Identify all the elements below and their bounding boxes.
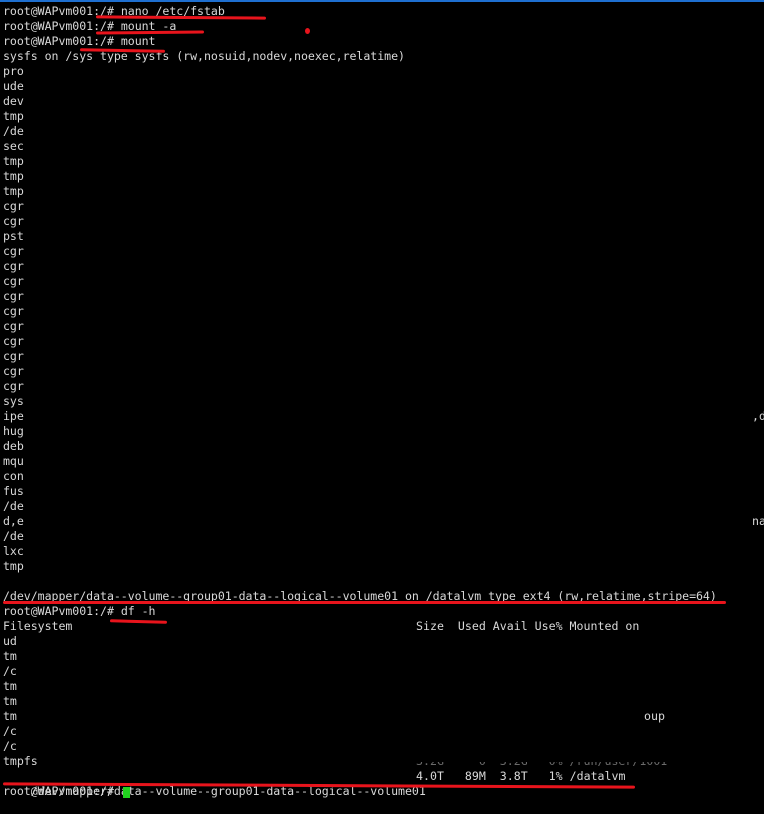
mount-output-row: cgr [3, 199, 24, 213]
df-use-pct: 1% [548, 769, 563, 783]
annotation-underline [109, 619, 168, 624]
mount-output-row: tmp [3, 169, 24, 183]
mount-output-row: cgr [3, 319, 24, 333]
mount-output-row: hug [3, 424, 24, 438]
mount-output-fragment: na [752, 514, 764, 528]
mount-output-row: cgr [3, 259, 24, 273]
df-header-columns: Size Used Avail Use% Mounted on [416, 619, 640, 633]
df-row: /c [3, 739, 17, 753]
annotation-underline [95, 30, 205, 35]
mount-output-row: d,e [3, 514, 24, 528]
mount-output-row: ipe [3, 409, 24, 423]
mount-output-row: /de [3, 529, 24, 543]
mount-output-row: dev [3, 94, 24, 108]
mount-output-row: cgr [3, 289, 24, 303]
mount-output-row: cgr [3, 349, 24, 363]
mount-output-fragment: ,d [752, 409, 764, 423]
df-row: /c [3, 664, 17, 678]
df-header-filesystem: Filesystem [3, 619, 73, 633]
df-row: tm [3, 709, 17, 723]
df-row: ud [3, 634, 17, 648]
df-row: tm [3, 679, 17, 693]
mount-output-row: tmp [3, 154, 24, 168]
mount-output-row: sys [3, 394, 24, 408]
df-fragment: oup [644, 709, 665, 723]
mount-output-row: pst [3, 229, 24, 243]
df-mounted-on: /datalvm [569, 769, 626, 783]
window-top-border [0, 0, 764, 2]
mount-output-row: cgr [3, 304, 24, 318]
command: mount [120, 34, 156, 48]
mount-output-row: cgr [3, 214, 24, 228]
command-line-df: root@WAPvm001:/# df -h [3, 604, 156, 619]
mount-output-row: lxc [3, 544, 24, 558]
final-prompt-line[interactable]: root@WAPvm001:/# [3, 784, 121, 799]
annotation-underline [3, 601, 726, 604]
mount-output-row: cgr [3, 334, 24, 348]
mount-output-row: /de [3, 124, 24, 138]
text-cursor [123, 787, 130, 798]
df-row-run-user: 3.2G 0 3.2G 0% /run/user/1001 [416, 754, 668, 768]
annotation-dot [305, 28, 310, 34]
prompt: root@WAPvm001:/# [3, 784, 114, 798]
prompt: root@WAPvm001:/# [3, 604, 114, 618]
df-row: tm [3, 694, 17, 708]
mount-output-row: pro [3, 64, 24, 78]
df-size: 4.0T [416, 769, 444, 783]
df-row: /c [3, 724, 17, 738]
mount-output-row: cgr [3, 364, 24, 378]
df-row: tmpfs [3, 754, 38, 768]
mount-output-row: fus [3, 484, 24, 498]
mount-output-row: cgr [3, 244, 24, 258]
mount-output-row: deb [3, 439, 24, 453]
mount-output-row: mqu [3, 454, 24, 468]
command: df -h [120, 604, 156, 618]
mount-output-row: tmp [3, 109, 24, 123]
mount-output-row: cgr [3, 274, 24, 288]
df-avail: 3.8T [499, 769, 528, 783]
mount-output-row: cgr [3, 379, 24, 393]
mount-output-row: sec [3, 139, 24, 153]
mount-output-row: tmp [3, 184, 24, 198]
mount-output-row: tmp [3, 559, 24, 573]
prompt: root@WAPvm001:/# [3, 34, 114, 48]
df-row-datalvm-values: 4.0T 89M 3.8T 1% /datalvm [416, 769, 625, 784]
mount-output-line: sysfs on /sys type sysfs (rw,nosuid,node… [3, 49, 405, 63]
command-line-mount: root@WAPvm001:/# mount [3, 34, 156, 49]
mount-output-row: con [3, 469, 24, 483]
mount-output-row: /de [3, 499, 24, 513]
df-used: 89M [464, 769, 486, 783]
mount-output-row: ude [3, 79, 24, 93]
df-row: tm [3, 649, 17, 663]
